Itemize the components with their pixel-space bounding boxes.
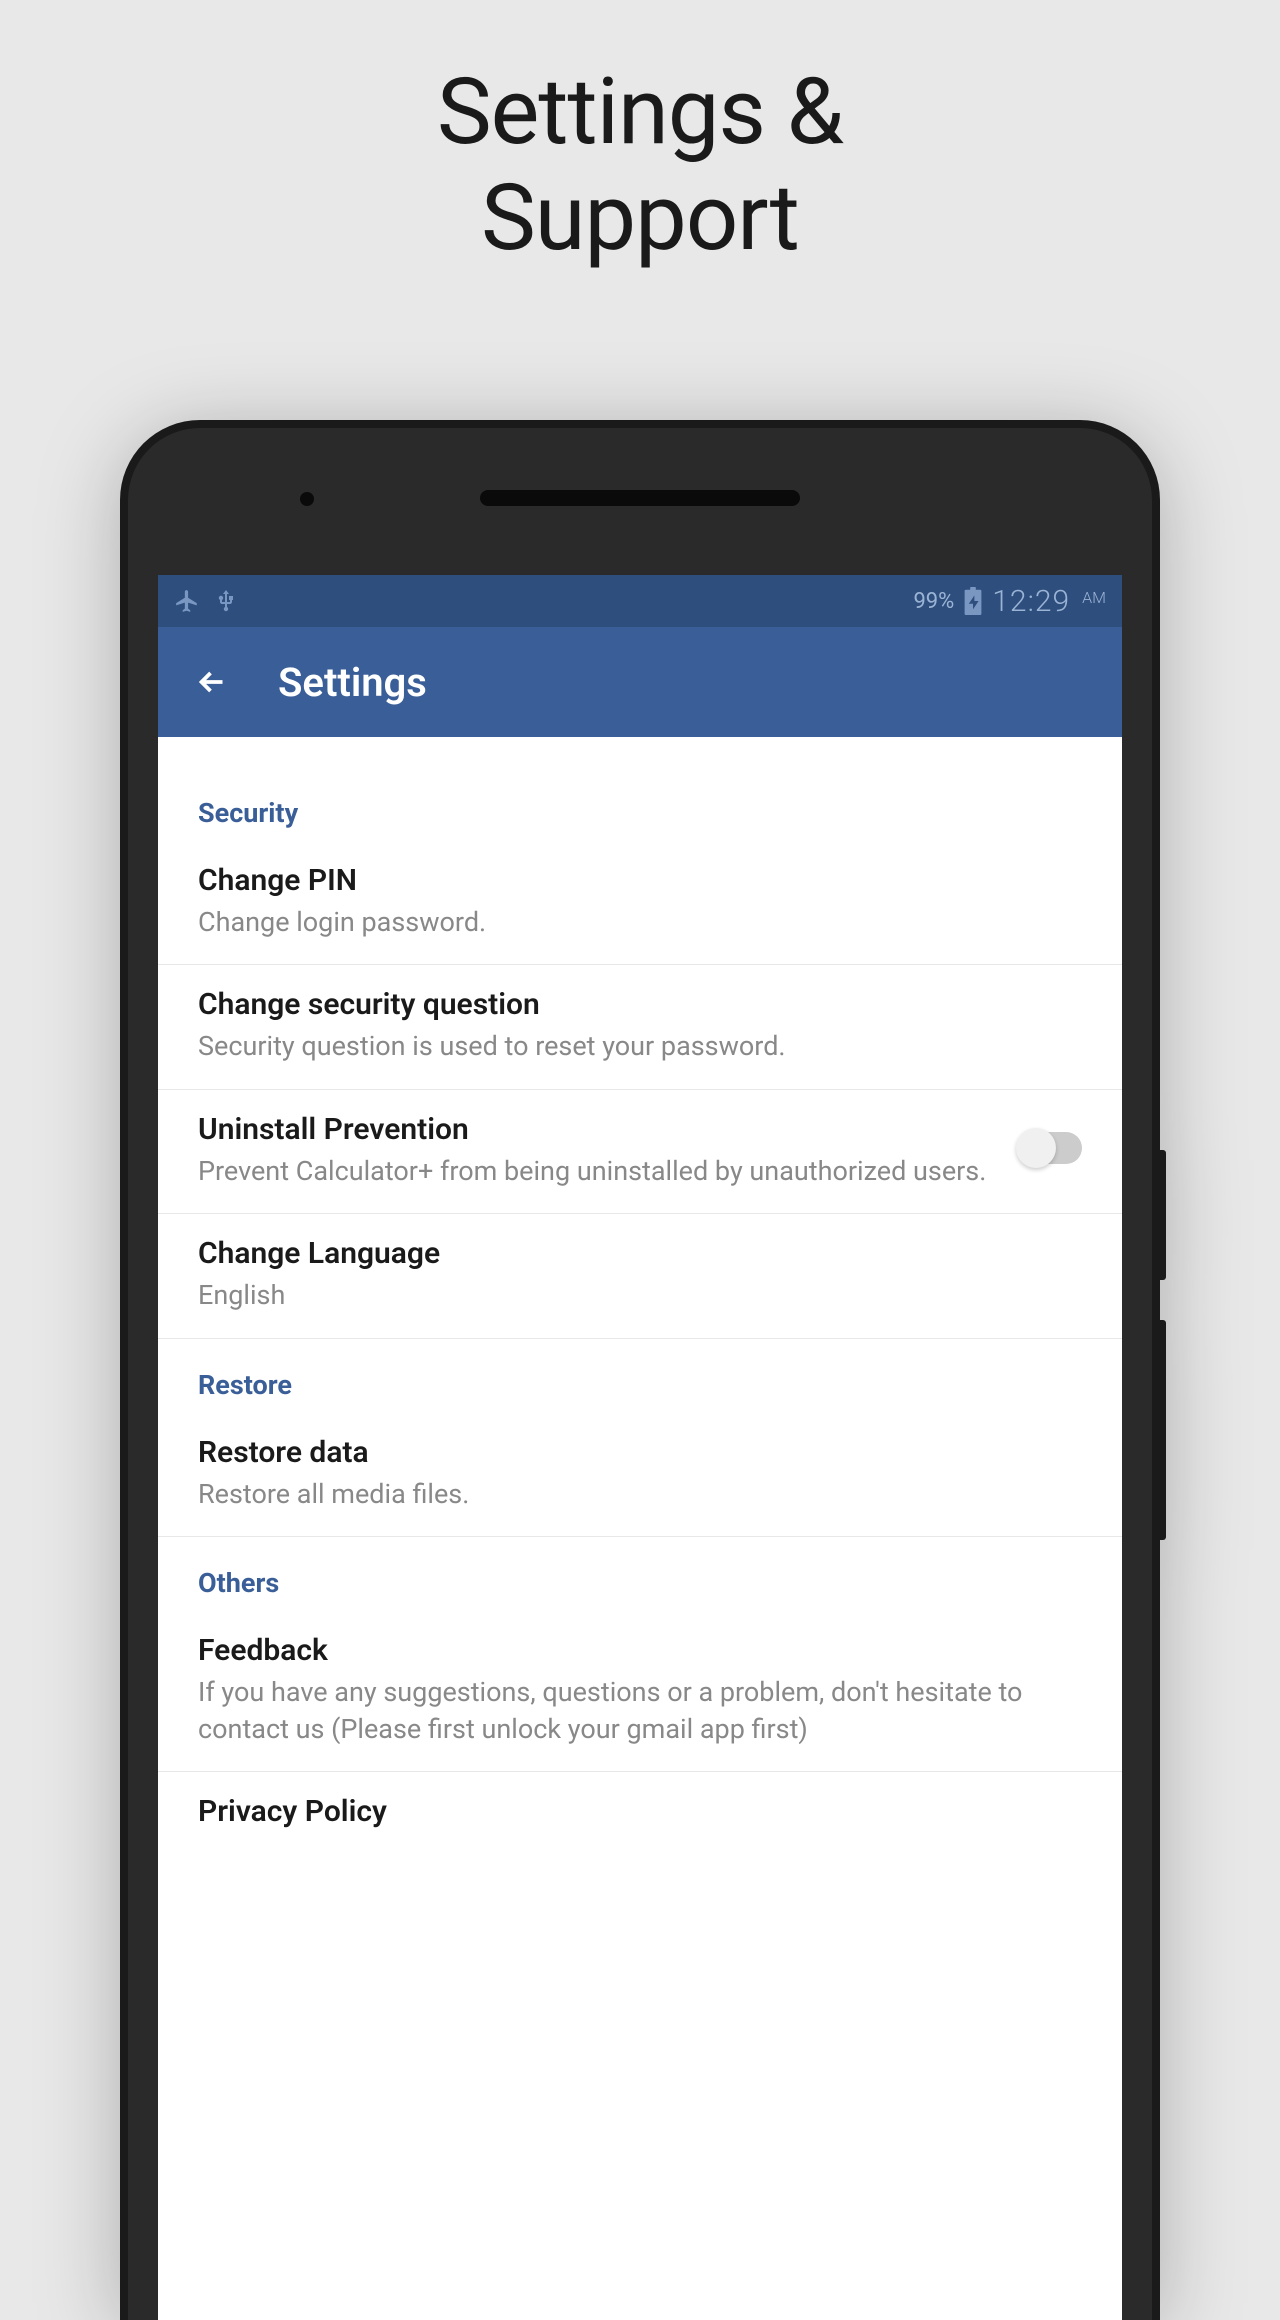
setting-title: Feedback [198,1633,1082,1668]
battery-charging-icon [964,587,982,615]
setting-feedback[interactable]: Feedback If you have any suggestions, qu… [158,1611,1122,1772]
setting-title: Change security question [198,987,1082,1022]
phone-earpiece [480,490,800,506]
setting-uninstall-prevention[interactable]: Uninstall Prevention Prevent Calculator+… [158,1090,1122,1214]
phone-side-button [1160,1320,1166,1540]
setting-title: Change PIN [198,863,1082,898]
app-bar-title: Settings [278,659,427,706]
section-header-restore: Restore [158,1339,1122,1413]
setting-privacy-policy[interactable]: Privacy Policy [158,1772,1122,1859]
uninstall-prevention-toggle[interactable] [1018,1132,1082,1164]
setting-subtitle: Change login password. [198,904,1082,940]
setting-subtitle: If you have any suggestions, questions o… [198,1674,1082,1747]
settings-content: Security Change PIN Change login passwor… [158,737,1122,1859]
usb-icon [214,589,238,613]
setting-title: Uninstall Prevention [198,1112,998,1147]
setting-title: Change Language [198,1236,1082,1271]
section-header-security: Security [158,767,1122,841]
setting-subtitle: Security question is used to reset your … [198,1028,1082,1064]
setting-title: Restore data [198,1435,1082,1470]
setting-title: Privacy Policy [198,1794,1082,1829]
setting-change-pin[interactable]: Change PIN Change login password. [158,841,1122,965]
status-time: 12:29 [992,584,1070,619]
page-heading: Settings & Support [0,0,1280,272]
section-header-others: Others [158,1537,1122,1611]
setting-subtitle: Prevent Calculator+ from being uninstall… [198,1153,998,1189]
status-bar: 99% 12:29 AM [158,575,1122,627]
airplane-mode-icon [174,588,200,614]
phone-camera [300,492,314,506]
back-arrow-icon[interactable] [182,664,230,700]
setting-restore-data[interactable]: Restore data Restore all media files. [158,1413,1122,1537]
setting-subtitle: English [198,1277,1082,1313]
battery-percentage: 99% [913,589,954,614]
phone-mockup: 99% 12:29 AM [120,420,1160,2320]
setting-change-security-question[interactable]: Change security question Security questi… [158,965,1122,1089]
phone-side-button [1160,1150,1166,1280]
toggle-knob [1016,1128,1056,1168]
app-bar: Settings [158,627,1122,737]
phone-screen: 99% 12:29 AM [158,575,1122,2320]
setting-subtitle: Restore all media files. [198,1476,1082,1512]
setting-change-language[interactable]: Change Language English [158,1214,1122,1338]
status-ampm: AM [1082,588,1106,607]
